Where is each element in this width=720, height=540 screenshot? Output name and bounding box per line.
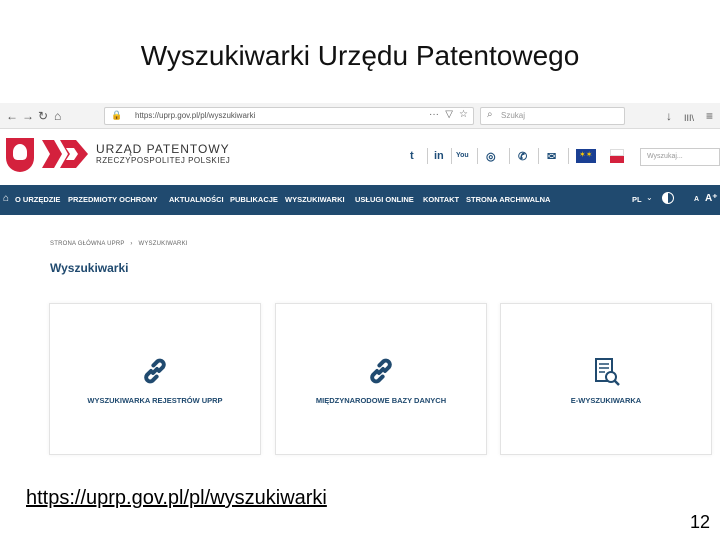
- polish-flag-icon[interactable]: [610, 149, 624, 163]
- back-icon[interactable]: ←: [6, 108, 18, 124]
- nav-item-kontakt[interactable]: KONTAKT: [423, 195, 459, 204]
- mail-icon[interactable]: ✉: [547, 150, 556, 163]
- link-icon: [276, 356, 486, 391]
- url-bar[interactable]: 🔒 https://uprp.gov.pl/pl/wyszukiwarki ··…: [104, 107, 474, 125]
- eagle-icon: [13, 144, 27, 160]
- card-e-wyszukiwarka[interactable]: E-WYSZUKIWARKA: [500, 303, 712, 455]
- breadcrumb-current: WYSZUKIWARKI: [138, 241, 188, 247]
- link-icon: [50, 356, 260, 391]
- slide-title: Wyszukiwarki Urzędu Patentowego: [140, 40, 580, 71]
- youtube-icon[interactable]: You: [456, 152, 469, 159]
- font-size-large-button[interactable]: A⁺: [705, 193, 718, 204]
- nav-item-o-urzedzie[interactable]: O URZĘDZIE: [15, 195, 60, 204]
- source-link[interactable]: https://uprp.gov.pl/pl/wyszukiwarki: [26, 487, 327, 510]
- site-search-placeholder: Wyszukaj...: [647, 153, 683, 160]
- nav-item-uslugi-online[interactable]: USŁUGI ONLINE: [355, 195, 414, 204]
- linkedin-icon[interactable]: in: [434, 150, 444, 162]
- card-label: WYSZUKIWARKA REJESTRÓW UPRP: [87, 396, 223, 405]
- divider: [509, 148, 510, 164]
- card-label: E-WYSZUKIWARKA: [570, 396, 642, 405]
- phone-icon[interactable]: ✆: [518, 150, 527, 163]
- menu-icon[interactable]: ≡: [706, 108, 713, 124]
- breadcrumb: STRONA GŁÓWNA UPRP › WYSZUKIWARKI: [50, 241, 188, 247]
- breadcrumb-home-link[interactable]: STRONA GŁÓWNA UPRP: [50, 241, 125, 247]
- star-icon[interactable]: ☆: [459, 109, 468, 120]
- divider: [538, 148, 539, 164]
- nav-home-icon[interactable]: ⌂: [3, 193, 9, 204]
- browser-toolbar: ← → ↻ ⌂ 🔒 https://uprp.gov.pl/pl/wyszuki…: [0, 103, 720, 129]
- browser-search-input[interactable]: ⌕ Szukaj: [480, 107, 625, 125]
- nav-item-strona-archiwalna[interactable]: STRONA ARCHIWALNA: [466, 195, 550, 204]
- nav-item-wyszukiwarki[interactable]: WYSZUKIWARKI: [285, 195, 345, 204]
- twitter-icon[interactable]: t: [410, 150, 414, 162]
- more-icon[interactable]: ···: [429, 109, 439, 120]
- page-number: 12: [690, 512, 711, 532]
- nav-item-publikacje[interactable]: PUBLIKACJE: [230, 195, 278, 204]
- url-text: https://uprp.gov.pl/pl/wyszukiwarki: [135, 111, 256, 120]
- font-size-small-button[interactable]: A: [694, 196, 699, 203]
- chevron-down-icon[interactable]: ⌄: [646, 193, 653, 202]
- logo-title: URZĄD PATENTOWY: [96, 142, 230, 156]
- polish-emblem-icon: [6, 138, 34, 172]
- language-select[interactable]: PL: [632, 195, 642, 204]
- divider: [568, 148, 569, 164]
- forward-icon[interactable]: →: [22, 108, 34, 124]
- site-search-input[interactable]: Wyszukaj...: [640, 148, 720, 166]
- lock-icon: 🔒: [111, 110, 123, 120]
- uprp-logo-icon[interactable]: [42, 140, 88, 168]
- card-label: MIĘDZYNARODOWE BAZY DANYCH: [315, 396, 447, 405]
- logo-subtitle: RZECZYPOSPOLITEJ POLSKIEJ: [96, 156, 231, 165]
- eu-flag-icon[interactable]: ✶✶: [576, 149, 596, 163]
- breadcrumb-separator-icon: ›: [130, 241, 133, 247]
- divider: [451, 148, 452, 164]
- divider: [427, 148, 428, 164]
- contrast-icon[interactable]: [662, 192, 674, 204]
- reload-icon[interactable]: ↻: [38, 108, 48, 124]
- home-icon[interactable]: ⌂: [54, 108, 61, 124]
- search-icon: ⌕: [487, 109, 493, 120]
- main-navigation: ⌂ O URZĘDZIE PRZEDMIOTY OCHRONY AKTUALNO…: [0, 185, 720, 215]
- nav-item-przedmioty-ochrony[interactable]: PRZEDMIOTY OCHRONY: [68, 195, 157, 204]
- browser-screenshot: ← → ↻ ⌂ 🔒 https://uprp.gov.pl/pl/wyszuki…: [0, 103, 720, 460]
- browser-search-placeholder: Szukaj: [501, 111, 526, 120]
- divider: [477, 148, 478, 164]
- library-icon[interactable]: III\: [684, 110, 694, 126]
- card-wyszukiwarka-rejestrow[interactable]: WYSZUKIWARKA REJESTRÓW UPRP: [49, 303, 261, 455]
- nav-item-aktualnosci[interactable]: AKTUALNOŚCI: [169, 195, 224, 204]
- site-header: URZĄD PATENTOWY RZECZYPOSPOLITEJ POLSKIE…: [0, 130, 720, 185]
- page-title: Wyszukiwarki: [50, 261, 129, 275]
- card-miedzynarodowe-bazy[interactable]: MIĘDZYNARODOWE BAZY DANYCH: [275, 303, 487, 455]
- document-search-icon: [501, 356, 711, 393]
- accessibility-icon[interactable]: ◎: [486, 150, 496, 163]
- pocket-icon[interactable]: ▽: [445, 109, 453, 120]
- download-icon[interactable]: ↓: [666, 108, 672, 124]
